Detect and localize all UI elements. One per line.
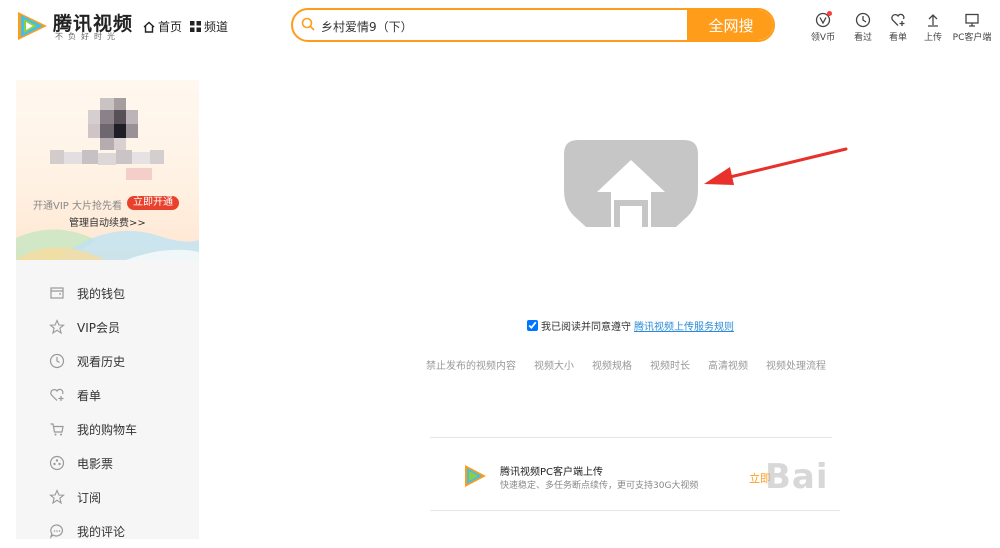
tool-pc-client-label: PC客户端 [952, 33, 992, 43]
profile-wave-decoration [16, 229, 199, 260]
star-vip-icon [49, 319, 65, 335]
comment-icon [49, 524, 63, 539]
sidebar-item-label: 我的钱包 [77, 287, 126, 301]
sidebar-item-subscribe[interactable]: 订阅 [16, 480, 199, 514]
tool-vcoin[interactable]: 领V币 [803, 11, 843, 43]
nav-channel-label: 频道 [204, 20, 229, 34]
tool-pc-client[interactable]: PC客户端 [952, 12, 992, 43]
grid-icon [190, 21, 201, 32]
upload-rules-links: 禁止发布的视频内容 视频大小 视频规格 视频时长 高清视频 视频处理流程 [426, 357, 826, 372]
search-all-button[interactable]: 全网搜 [687, 10, 773, 40]
rule-link-process[interactable]: 视频处理流程 [766, 357, 826, 372]
agree-terms-checkbox-row[interactable]: 我已阅读并同意遵守 腾讯视频上传服务规则 [527, 318, 734, 333]
sidebar-item-label: 订阅 [77, 491, 102, 505]
sidebar-item-wallet[interactable]: 我的钱包 [16, 276, 199, 310]
agree-terms-checkbox[interactable] [527, 320, 538, 331]
search-box: 全网搜 [291, 8, 775, 42]
divider-top [430, 437, 832, 438]
profile-card: 开通VIP 大片抢先看 立即开通 管理自动续费>> [16, 80, 199, 260]
search-input[interactable] [319, 10, 693, 40]
star-icon [49, 489, 65, 505]
clock-icon [855, 12, 871, 28]
tool-upload-label: 上传 [923, 33, 942, 43]
tool-upload[interactable]: 上传 [913, 12, 953, 43]
upload-video-button[interactable] [564, 140, 698, 227]
nav-home-label: 首页 [158, 20, 183, 34]
rule-link-spec[interactable]: 视频规格 [592, 357, 632, 372]
baidu-watermark: Bai [765, 457, 829, 497]
nav-channel-link[interactable]: 频道 [190, 18, 228, 35]
red-arrow-annotation [704, 147, 848, 185]
tencent-video-play-icon [465, 465, 486, 487]
sidebar-item-label: 我的评论 [77, 525, 126, 539]
sidebar-item-label: 观看历史 [77, 355, 126, 369]
sidebar-menu: 我的钱包 VIP会员 观看历史 看单 我的购物车 电影票 订阅 我的评论 [16, 276, 199, 548]
sidebar-item-cart[interactable]: 我的购物车 [16, 412, 199, 446]
sidebar-item-label: 电影票 [77, 457, 114, 471]
sidebar-item-label: VIP会员 [77, 321, 120, 335]
notification-dot [827, 11, 832, 16]
tool-history-label: 看过 [853, 33, 872, 43]
sidebar-item-history[interactable]: 观看历史 [16, 344, 199, 378]
rule-link-duration[interactable]: 视频时长 [650, 357, 690, 372]
search-icon [301, 17, 315, 31]
tool-history[interactable]: 看过 [843, 12, 883, 43]
upload-icon [928, 14, 938, 27]
ticket-icon [49, 455, 65, 471]
sidebar-item-comments[interactable]: 我的评论 [16, 514, 199, 548]
sidebar-item-label: 看单 [77, 389, 102, 403]
username-blurred [50, 150, 170, 180]
logo-slogan: 不负好时光 [55, 32, 120, 41]
sidebar-item-label: 我的购物车 [77, 423, 138, 437]
user-sidebar: 开通VIP 大片抢先看 立即开通 管理自动续费>> 我的钱包 VIP会员 观看历… [16, 80, 199, 539]
upload-rules-link[interactable]: 腾讯视频上传服务规则 [634, 318, 734, 333]
heart-plus-icon [50, 388, 64, 401]
agree-terms-text: 我已阅读并同意遵守 [541, 322, 631, 333]
pc-client-description: 快速稳定、多任务断点续传，更可支持30G大视频 [500, 481, 699, 491]
nav-home-link[interactable]: 首页 [143, 18, 182, 35]
top-header: 腾讯视频 不负好时光 首页 频道 全网搜 领V币 [0, 0, 1000, 54]
tool-watchlist-label: 看单 [888, 33, 907, 43]
sidebar-item-watchlist[interactable]: 看单 [16, 378, 199, 412]
rule-link-prohibited[interactable]: 禁止发布的视频内容 [426, 357, 516, 372]
monitor-icon [965, 13, 979, 27]
tool-vcoin-label: 领V币 [810, 33, 836, 43]
cart-icon [50, 423, 64, 436]
wallet-icon [50, 287, 64, 299]
rule-link-size[interactable]: 视频大小 [534, 357, 574, 372]
tencent-video-logo[interactable]: 腾讯视频 不负好时光 [15, 8, 135, 44]
pc-client-title: 腾讯视频PC客户端上传 [500, 467, 604, 478]
sidebar-item-vip[interactable]: VIP会员 [16, 310, 199, 344]
divider-bottom [430, 510, 840, 511]
vip-open-button[interactable]: 立即开通 [127, 196, 179, 210]
logo-play-icon [18, 12, 47, 40]
tool-watchlist[interactable]: 看单 [878, 12, 918, 43]
sidebar-item-tickets[interactable]: 电影票 [16, 446, 199, 480]
rule-link-hd[interactable]: 高清视频 [708, 357, 748, 372]
history-icon [49, 353, 65, 369]
home-icon [143, 21, 155, 33]
heart-plus-icon [891, 13, 905, 26]
